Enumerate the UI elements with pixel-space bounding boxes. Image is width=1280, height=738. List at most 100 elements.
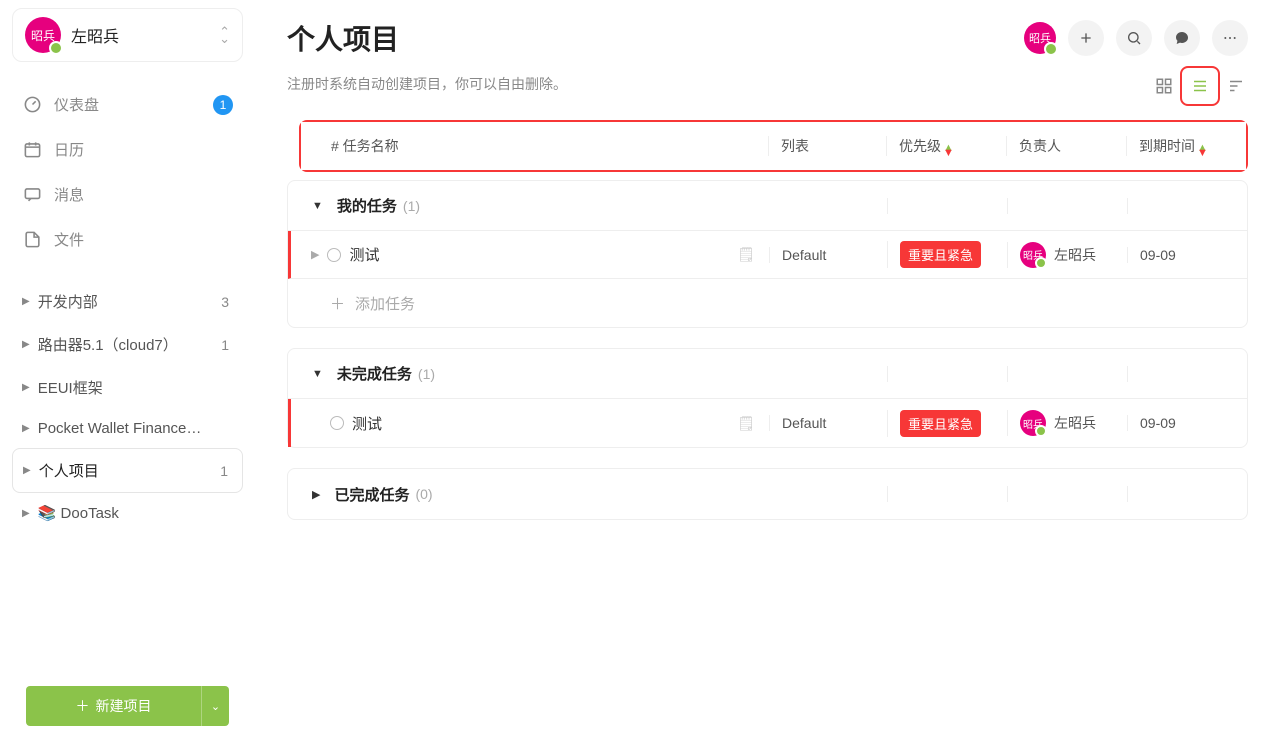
project-item[interactable]: ▶ 路由器5.1（cloud7） 1 <box>12 323 243 366</box>
col-assignee-header[interactable]: 负责人 <box>1006 136 1126 156</box>
caret-right-icon: ▶ <box>22 423 30 434</box>
sort-icon: ▲▼ <box>1197 146 1208 156</box>
main-content: 个人项目 昭兵 注册时系统自动创建项目，你可以自由删除。 <box>255 0 1280 738</box>
nav-calendar[interactable]: 日历 <box>12 127 243 172</box>
new-project-button[interactable]: ＋ 新建项目 <box>26 686 201 726</box>
task-priority-cell: 重要且紧急 <box>887 241 1007 268</box>
assignee-avatar: 昭兵 <box>1020 410 1046 436</box>
caret-down-icon: ▼ <box>312 200 323 212</box>
project-name: 开发内部 <box>38 291 98 312</box>
project-item[interactable]: ▶ 开发内部 3 <box>12 280 243 323</box>
nav-files[interactable]: 文件 <box>12 217 243 262</box>
project-name: 个人项目 <box>39 460 99 481</box>
header-avatar[interactable]: 昭兵 <box>1024 22 1056 54</box>
caret-down-icon: ▼ <box>312 368 323 380</box>
project-name: EEUI框架 <box>38 377 103 398</box>
new-project-dropdown[interactable]: ⌄ <box>201 686 229 726</box>
expand-icon[interactable]: ▶ <box>311 248 319 261</box>
more-button[interactable] <box>1212 20 1248 56</box>
caret-right-icon: ▶ <box>22 508 30 519</box>
task-group-incomplete: ▼ 未完成任务 (1) 测试 🗒 Default 重要且紧急 昭兵 左昭兵 09… <box>287 348 1248 448</box>
message-icon <box>22 185 42 205</box>
sort-icon: ▲▼ <box>943 146 954 156</box>
projects-list: ▶ 开发内部 3 ▶ 路由器5.1（cloud7） 1 ▶ EEUI框架 ▶ P… <box>12 280 243 730</box>
project-name: 📚 DooTask <box>38 504 119 522</box>
plus-icon: ＋ <box>330 293 345 314</box>
avatar: 昭兵 <box>25 17 61 53</box>
user-name: 左昭兵 <box>71 23 209 47</box>
project-item-active[interactable]: ▶ 个人项目 1 <box>12 448 243 493</box>
search-button[interactable] <box>1116 20 1152 56</box>
page-subtitle: 注册时系统自动创建项目，你可以自由删除。 <box>287 74 567 94</box>
project-item[interactable]: ▶ Pocket Wallet Finance… <box>12 409 243 448</box>
task-due-cell: 09-09 <box>1127 415 1247 431</box>
group-title: 我的任务 <box>337 195 397 216</box>
chevron-updown-icon: ⌃⌄ <box>219 28 230 42</box>
project-name: Pocket Wallet Finance… <box>38 420 202 437</box>
task-row[interactable]: 测试 🗒 Default 重要且紧急 昭兵 左昭兵 09-09 <box>288 399 1247 447</box>
project-item[interactable]: ▶ EEUI框架 <box>12 366 243 409</box>
new-project-container: ＋ 新建项目 ⌄ <box>26 686 229 726</box>
new-project-label: 新建项目 <box>96 696 152 716</box>
header-actions: 昭兵 <box>1024 20 1248 56</box>
dashboard-badge: 1 <box>213 95 233 115</box>
table-header-highlight: # 任务名称 列表 优先级▲▼ 负责人 到期时间▲▼ <box>299 120 1248 172</box>
dashboard-icon <box>22 95 42 115</box>
nav-dashboard[interactable]: 仪表盘 1 <box>12 82 243 127</box>
caret-right-icon: ▶ <box>22 339 30 350</box>
list-view-button[interactable] <box>1188 74 1212 98</box>
group-title: 未完成任务 <box>337 363 412 384</box>
task-group-my: ▼ 我的任务 (1) ▶ 测试 🗒 Default 重要且紧急 昭兵 左昭兵 0… <box>287 180 1248 328</box>
caret-right-icon: ▶ <box>22 382 30 393</box>
nav-messages[interactable]: 消息 <box>12 172 243 217</box>
task-checkbox[interactable] <box>330 416 344 430</box>
nav-label: 消息 <box>54 184 84 205</box>
col-list-header[interactable]: 列表 <box>768 136 886 156</box>
grid-view-button[interactable] <box>1152 74 1176 98</box>
add-button[interactable] <box>1068 20 1104 56</box>
page-title: 个人项目 <box>287 18 399 58</box>
task-row[interactable]: ▶ 测试 🗒 Default 重要且紧急 昭兵 左昭兵 09-09 <box>288 231 1247 279</box>
task-due-cell: 09-09 <box>1127 247 1247 263</box>
group-title: 已完成任务 <box>334 484 409 505</box>
group-count: (1) <box>403 198 420 214</box>
group-header[interactable]: ▶ 已完成任务 (0) <box>288 469 1247 519</box>
note-icon[interactable]: 🗒 <box>737 246 755 263</box>
user-menu[interactable]: 昭兵 左昭兵 ⌃⌄ <box>12 8 243 62</box>
task-assignee-cell: 昭兵 左昭兵 <box>1007 242 1127 268</box>
col-due-header[interactable]: 到期时间▲▼ <box>1126 136 1246 156</box>
plus-icon: ＋ <box>76 696 90 716</box>
col-task-header[interactable]: # 任务名称 <box>301 136 768 156</box>
task-group-complete: ▶ 已完成任务 (0) <box>287 468 1248 520</box>
caret-right-icon: ▶ <box>22 296 30 307</box>
group-header[interactable]: ▼ 未完成任务 (1) <box>288 349 1247 399</box>
col-priority-header[interactable]: 优先级▲▼ <box>886 136 1006 156</box>
task-name: 测试 <box>349 244 379 265</box>
nav-label: 文件 <box>54 229 84 250</box>
project-item[interactable]: ▶ 📚 DooTask <box>12 493 243 533</box>
task-checkbox[interactable] <box>327 248 341 262</box>
task-list-cell: Default <box>769 415 887 431</box>
caret-right-icon: ▶ <box>23 465 31 476</box>
caret-right-icon: ▶ <box>312 488 320 501</box>
file-icon <box>22 230 42 250</box>
group-count: (1) <box>418 366 435 382</box>
header: 个人项目 昭兵 <box>287 18 1248 58</box>
task-assignee-cell: 昭兵 左昭兵 <box>1007 410 1127 436</box>
assignee-avatar: 昭兵 <box>1020 242 1046 268</box>
sidebar: 昭兵 左昭兵 ⌃⌄ 仪表盘 1 日历 消息 文件 ▶ 开发内部 3 <box>0 0 255 738</box>
task-name: 测试 <box>352 413 382 434</box>
sort-view-button[interactable] <box>1224 74 1248 98</box>
nav-label: 仪表盘 <box>54 94 99 115</box>
group-count: (0) <box>415 486 432 502</box>
table-header: # 任务名称 列表 优先级▲▼ 负责人 到期时间▲▼ <box>301 122 1246 170</box>
add-task-row[interactable]: ＋ 添加任务 <box>288 279 1247 327</box>
nav-label: 日历 <box>54 139 84 160</box>
list-view-highlight <box>1180 66 1220 106</box>
task-list-cell: Default <box>769 247 887 263</box>
group-header[interactable]: ▼ 我的任务 (1) <box>288 181 1247 231</box>
calendar-icon <box>22 140 42 160</box>
chat-button[interactable] <box>1164 20 1200 56</box>
note-icon[interactable]: 🗒 <box>737 415 755 432</box>
project-count: 3 <box>221 294 233 310</box>
